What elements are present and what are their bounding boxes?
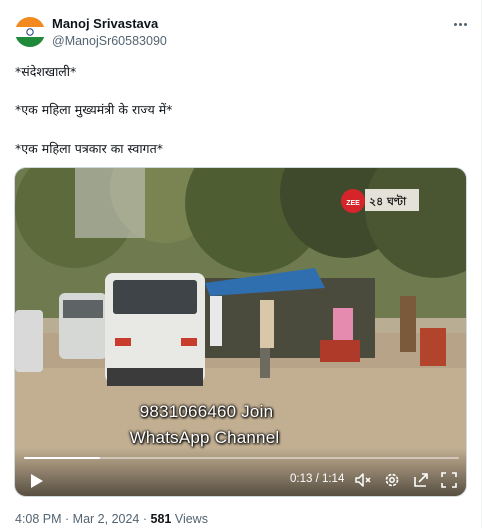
views-count: 581 — [150, 512, 172, 526]
tweet: Manoj Srivastava @ManojSr60583090 *संदेश… — [0, 0, 482, 528]
progress-fill — [24, 457, 101, 459]
video-overlay-text: WhatsApp Channel — [129, 428, 280, 447]
fullscreen-icon[interactable] — [440, 471, 458, 489]
svg-text:২৪ ঘণ্টা: ২৪ ঘণ্টা — [369, 193, 407, 208]
tweet-text-line: *एक महिला पत्रकार का स्वागत* — [15, 141, 163, 156]
tweet-text-line: *एक महिला मुख्यमंत्री के राज्य में* — [15, 102, 173, 117]
video-player[interactable]: ZEE ২৪ ঘণ্টা 9831066460 Join WhatsApp Ch… — [14, 167, 467, 497]
tweet-time[interactable]: 4:08 PM — [15, 512, 62, 526]
tweet-date[interactable]: Mar 2, 2024 — [73, 512, 140, 526]
volume-icon[interactable] — [354, 471, 372, 489]
svg-text:ZEE: ZEE — [346, 200, 360, 207]
play-icon[interactable] — [29, 472, 45, 490]
pip-icon[interactable] — [412, 471, 430, 489]
meta-separator: · — [61, 512, 73, 526]
author-name[interactable]: Manoj Srivastava — [52, 16, 158, 31]
more-icon[interactable] — [450, 16, 470, 32]
tweet-text-line: *संदेशखाली* — [15, 64, 77, 79]
video-time: 0:13 / 1:14 — [290, 473, 345, 485]
author-handle[interactable]: @ManojSr60583090 — [52, 34, 167, 48]
views-label: Views — [171, 512, 208, 526]
settings-icon[interactable] — [383, 471, 401, 489]
progress-bar[interactable] — [24, 457, 459, 459]
tweet-meta: 4:08 PM · Mar 2, 2024 · 581 Views — [15, 512, 208, 526]
video-overlay-text: 9831066460 Join — [139, 402, 274, 421]
avatar[interactable] — [15, 17, 45, 47]
meta-separator: · — [139, 512, 151, 526]
